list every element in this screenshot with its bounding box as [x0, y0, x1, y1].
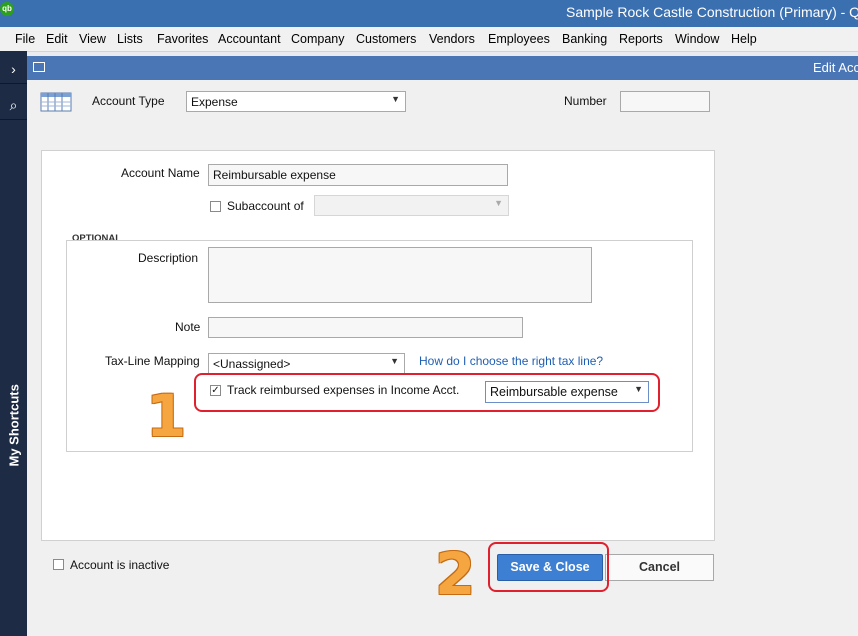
subaccount-checkbox[interactable]	[210, 201, 221, 212]
chevron-down-icon: ▼	[391, 94, 400, 104]
menu-bar: File Edit View Lists Favorites Accountan…	[0, 27, 858, 52]
tax-line-label: Tax-Line Mapping	[105, 354, 200, 368]
menu-employees[interactable]: Employees	[488, 32, 550, 46]
left-sidebar: › ⌕ My Shortcuts	[0, 51, 27, 636]
tax-line-help-link[interactable]: How do I choose the right tax line?	[419, 354, 603, 368]
step-2-number: 2	[435, 540, 476, 608]
highlight-box-step2	[488, 542, 609, 592]
note-label: Note	[175, 320, 201, 334]
account-type-label: Account Type	[92, 94, 165, 108]
account-name-value: Reimbursable expense	[213, 168, 336, 182]
account-name-input[interactable]: Reimbursable expense	[208, 164, 508, 186]
menu-banking[interactable]: Banking	[562, 32, 607, 46]
window-title-bar: Edit Acco	[27, 56, 858, 80]
account-inactive-checkbox[interactable]	[53, 559, 64, 570]
number-input[interactable]	[620, 91, 710, 112]
subaccount-select[interactable]: ▼	[314, 195, 509, 216]
menu-favorites[interactable]: Favorites	[157, 32, 208, 46]
window-menu-icon[interactable]	[33, 62, 45, 72]
menu-company[interactable]: Company	[291, 32, 345, 46]
tax-line-value: <Unassigned>	[213, 357, 291, 371]
menu-accountant[interactable]: Accountant	[218, 32, 281, 46]
note-input[interactable]	[208, 317, 523, 338]
search-icon[interactable]: ⌕	[0, 91, 27, 120]
subaccount-label: Subaccount of	[227, 199, 304, 213]
account-type-select[interactable]: Expense ▼	[186, 91, 406, 112]
menu-window[interactable]: Window	[675, 32, 719, 46]
menu-reports[interactable]: Reports	[619, 32, 663, 46]
menu-help[interactable]: Help	[731, 32, 757, 46]
account-register-icon	[40, 92, 72, 112]
quickbooks-logo-icon: qb	[0, 2, 14, 16]
menu-file[interactable]: File	[15, 32, 35, 46]
description-label: Description	[138, 251, 199, 265]
menu-edit[interactable]: Edit	[46, 32, 68, 46]
chevron-down-icon: ▼	[494, 198, 503, 208]
app-title: Sample Rock Castle Construction (Primary…	[566, 4, 858, 20]
account-name-label: Account Name	[121, 166, 200, 180]
menu-customers[interactable]: Customers	[356, 32, 416, 46]
menu-view[interactable]: View	[79, 32, 106, 46]
expand-chevron-icon[interactable]: ›	[0, 55, 27, 84]
cancel-button[interactable]: Cancel	[605, 554, 714, 581]
menu-lists[interactable]: Lists	[117, 32, 143, 46]
number-label: Number	[564, 94, 607, 108]
highlight-box-step1	[194, 373, 660, 412]
chevron-down-icon: ▼	[390, 356, 399, 366]
step-1-number: 1	[146, 382, 187, 450]
account-type-value: Expense	[191, 95, 238, 109]
app-title-bar: qb Sample Rock Castle Construction (Prim…	[0, 0, 858, 27]
sidebar-label[interactable]: My Shortcuts	[7, 371, 22, 466]
window-title: Edit Acco	[813, 60, 858, 75]
menu-vendors[interactable]: Vendors	[429, 32, 475, 46]
description-textarea[interactable]	[208, 247, 592, 303]
account-inactive-label: Account is inactive	[70, 558, 170, 572]
tax-line-select[interactable]: <Unassigned> ▼	[208, 353, 405, 374]
